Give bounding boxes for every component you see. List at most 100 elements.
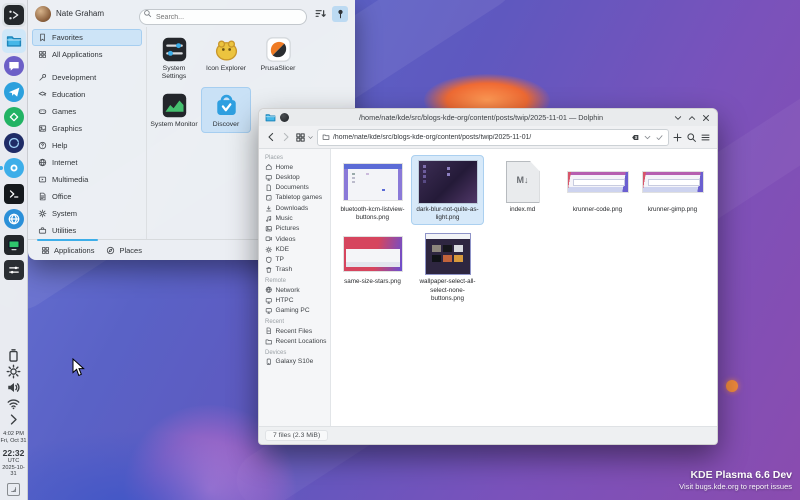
places-item-kde[interactable]: KDE (259, 244, 330, 254)
sort-button[interactable] (314, 7, 327, 20)
location-bar[interactable]: /home/nate/kde/src/blogs-kde-org/content… (317, 129, 669, 146)
plasma-version-subtitle: Visit bugs.kde.org to report issues (679, 482, 792, 491)
taskbar-telegram-icon[interactable] (2, 80, 26, 104)
places-item-tp[interactable]: TP (259, 255, 330, 265)
sidebar-item-help[interactable]: Help (32, 137, 142, 154)
dolphin-titlebar[interactable]: /home/nate/kde/src/blogs-kde-org/content… (259, 109, 717, 126)
app-tile-system-monitor[interactable]: System Monitor (149, 87, 199, 133)
split-view-button[interactable] (672, 132, 683, 143)
places-item-desktop[interactable]: Desktop (259, 172, 330, 182)
pin-button[interactable] (332, 6, 348, 22)
maximize-button[interactable] (687, 113, 697, 123)
sidebar-item-games[interactable]: Games (32, 103, 142, 120)
places-item-videos[interactable]: Videos (259, 234, 330, 244)
places-item-downloads[interactable]: Downloads (259, 203, 330, 213)
app-tile-icon-explorer[interactable]: Icon Explorer (201, 31, 251, 85)
places-item-recent-locations[interactable]: Recent Locations (259, 336, 330, 346)
search-wrap (139, 6, 307, 22)
kde-gear-icon (265, 246, 273, 254)
tab-label: Places (119, 246, 142, 255)
taskbar-media-display-app-icon[interactable] (2, 233, 26, 257)
clock-utc[interactable]: 22:32UTC2025-10-31 (0, 448, 27, 478)
sidebar-item-graphics[interactable]: Graphics (32, 120, 142, 137)
clock-utc-time: 22:32 (0, 448, 27, 458)
sidebar-item-office[interactable]: Office (32, 188, 142, 205)
tab-places[interactable]: Places (102, 240, 146, 260)
search-button[interactable] (686, 132, 697, 143)
places-item-label: Downloads (276, 205, 309, 212)
places-item-network[interactable]: Network (259, 285, 330, 295)
desktop: KDE Plasma 6.6 Dev Visit bugs.kde.org to… (0, 0, 800, 500)
sidebar-item-favorites[interactable]: Favorites (32, 29, 142, 46)
taskbar-green-diamond-app-icon[interactable] (2, 105, 26, 129)
development-icon (38, 73, 47, 82)
file-item[interactable]: krunner-gimp.png (636, 155, 709, 225)
clear-text-icon[interactable] (631, 133, 640, 142)
file-item[interactable]: dark-blur-not-quite-as-light.png (411, 155, 484, 225)
volume-icon[interactable] (6, 380, 21, 395)
settings-sliders-app-icon (4, 260, 24, 280)
show-desktop-button[interactable] (7, 483, 20, 496)
places-item-htpc[interactable]: HTPC (259, 295, 330, 305)
recent-file-icon (265, 327, 273, 335)
file-item[interactable]: index.md (486, 155, 559, 225)
taskbar-terminal-icon[interactable] (2, 182, 26, 206)
taskbar-blue-app-icon[interactable] (2, 156, 26, 180)
taskbar-dark-swirl-browser-icon[interactable] (2, 131, 26, 155)
places-item-label: Recent Locations (276, 338, 327, 345)
home-icon (265, 163, 273, 171)
sidebar-item-internet[interactable]: Internet (32, 154, 142, 171)
file-view[interactable]: bluetooth-kcm-listview-buttons.pngdark-b… (331, 149, 717, 426)
user-avatar[interactable] (35, 6, 51, 22)
places-item-pictures[interactable]: Pictures (259, 224, 330, 234)
back-button[interactable] (265, 131, 277, 143)
viewmode-grid-icon (295, 132, 306, 143)
sidebar-item-development[interactable]: Development (32, 69, 142, 86)
sidebar-item-system[interactable]: System (32, 205, 142, 222)
chevron-down-icon (307, 134, 314, 141)
places-item-home[interactable]: Home (259, 162, 330, 172)
taskbar-chat-app-icon[interactable] (2, 54, 26, 78)
sidebar-item-utilities[interactable]: Utilities (32, 222, 142, 239)
sidebar-item-multimedia[interactable]: Multimedia (32, 171, 142, 188)
sidebar-item-education[interactable]: Education (32, 86, 142, 103)
taskbar-dolphin-icon[interactable] (2, 29, 26, 53)
taskbar-settings-sliders-app-icon[interactable] (2, 258, 26, 282)
sidebar-item-all-applications[interactable]: All Applications (32, 46, 142, 63)
file-item[interactable]: krunner-code.png (561, 155, 634, 225)
search-input[interactable] (139, 9, 307, 25)
chevron-down-icon[interactable] (643, 133, 652, 142)
thumbnail-shot-light (344, 164, 402, 200)
taskbar-globe-app-icon[interactable] (2, 207, 26, 231)
places-item-recent-files[interactable]: Recent Files (259, 326, 330, 336)
view-mode-button[interactable] (295, 132, 314, 143)
wifi-icon[interactable] (6, 396, 21, 411)
brightness-icon[interactable] (6, 364, 21, 379)
file-thumbnail (425, 231, 471, 277)
minimize-button[interactable] (673, 113, 683, 123)
check-icon[interactable] (655, 133, 664, 142)
thumbnail-shot-wide (568, 172, 628, 192)
app-tile-discover[interactable]: Discover (201, 87, 251, 133)
hamburger-menu-button[interactable] (700, 132, 711, 143)
app-tile-system-settings[interactable]: System Settings (149, 31, 199, 85)
places-item-trash[interactable]: Trash (259, 265, 330, 275)
close-button[interactable] (701, 113, 711, 123)
places-item-documents[interactable]: Documents (259, 183, 330, 193)
places-item-galaxy-s10e[interactable]: Galaxy S10e (259, 357, 330, 367)
sidebar-item-label: Internet (52, 158, 77, 167)
taskbar-app-launcher-icon[interactable] (2, 3, 26, 27)
places-item-tabletop-games[interactable]: Tabletop games (259, 193, 330, 203)
expand-tray-icon[interactable] (6, 412, 21, 427)
forward-button[interactable] (280, 131, 292, 143)
file-item[interactable]: same-size-stars.png (336, 227, 409, 306)
file-item[interactable]: bluetooth-kcm-listview-buttons.png (336, 155, 409, 225)
clock-local[interactable]: 4:02 PMFri, Oct 31 (0, 431, 27, 444)
places-item-gaming-pc[interactable]: Gaming PC (259, 306, 330, 316)
file-item[interactable]: wallpaper-select-all-select-none-buttons… (411, 227, 484, 306)
battery-icon[interactable] (6, 348, 21, 363)
places-item-music[interactable]: Music (259, 213, 330, 223)
tab-applications[interactable]: Applications (37, 240, 98, 260)
app-tile-prusaslicer[interactable]: PrusaSlicer (253, 31, 303, 85)
monitor-icon (265, 307, 273, 315)
